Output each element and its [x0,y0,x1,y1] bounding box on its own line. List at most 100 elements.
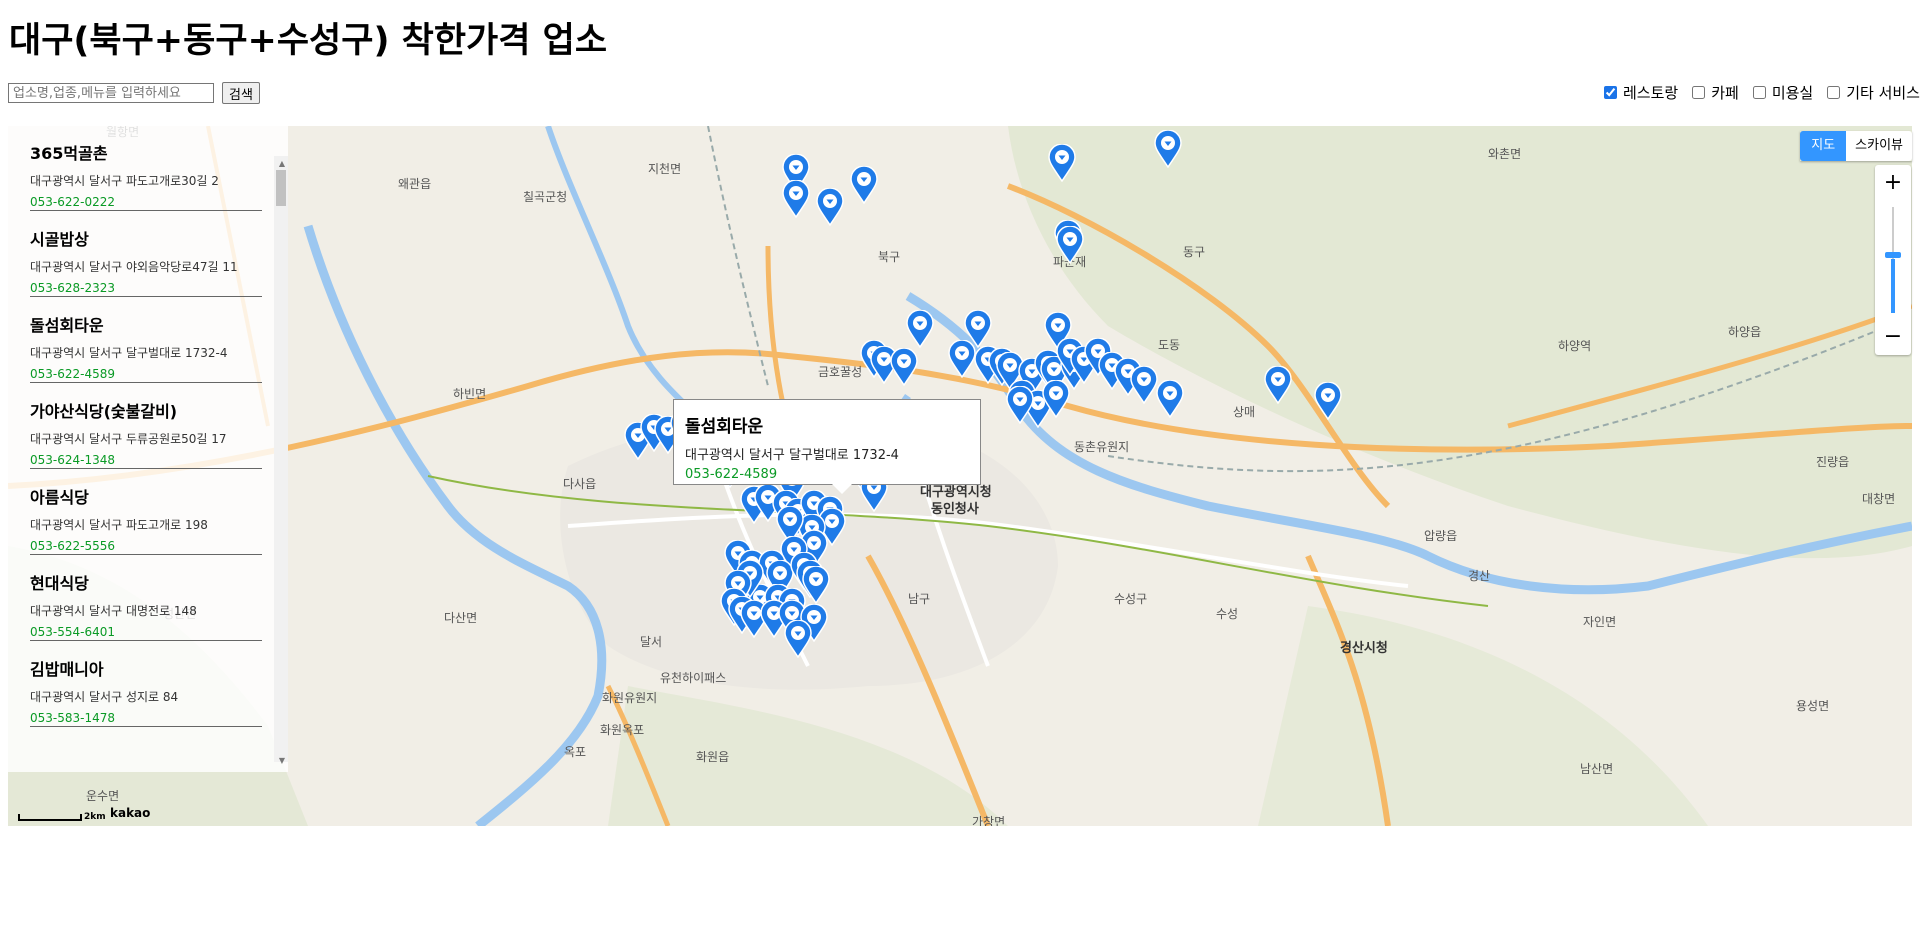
map-marker-icon[interactable] [948,339,976,379]
svg-text:하빈면: 하빈면 [453,387,486,401]
zoom-control: + − [1875,165,1911,355]
svg-text:와촌면: 와촌면 [1488,147,1521,161]
svg-text:도동: 도동 [1158,338,1180,352]
store-item[interactable]: 아름식당 대구광역시 달서구 파도고개로 198 053-622-5556 [30,484,262,555]
store-address: 대구광역시 달서구 파도고개로 198 [30,518,208,532]
filter-other-service-checkbox[interactable] [1827,86,1841,99]
map-marker-icon[interactable] [1154,129,1182,169]
map-marker-icon[interactable] [1056,225,1084,265]
svg-text:자인면: 자인면 [1583,615,1616,629]
map-marker-icon[interactable] [906,309,934,349]
filter-salon-checkbox[interactable] [1752,86,1766,99]
svg-text:대창면: 대창면 [1862,492,1895,506]
info-window-tail [832,484,852,494]
store-item[interactable]: 김밥매니아 대구광역시 달서구 성지로 84 053-583-1478 [30,656,262,727]
svg-text:동구: 동구 [1183,245,1205,259]
svg-text:동촌유원지: 동촌유원지 [1074,440,1129,454]
svg-text:경산시청: 경산시청 [1340,640,1388,656]
store-list-scroll-thumb[interactable] [276,170,286,206]
info-window-phone: 053-622-4589 [685,467,778,482]
category-filters: 레스토랑 카페 미용실 기타 서비스 [1596,82,1920,103]
svg-text:화원읍: 화원읍 [696,750,729,764]
svg-text:경산: 경산 [1468,569,1490,583]
map-marker-icon[interactable] [850,165,878,205]
svg-text:다산면: 다산면 [444,611,477,625]
search-button[interactable]: 검색 [222,82,260,104]
svg-text:옥포: 옥포 [564,745,586,759]
filter-cafe-label: 카페 [1711,84,1739,102]
map-marker-icon[interactable] [1042,379,1070,419]
map-marker-icon[interactable] [1006,385,1034,425]
zoom-slider-fill [1891,259,1895,313]
svg-text:진량읍: 진량읍 [1816,455,1849,469]
filter-cafe-checkbox[interactable] [1692,86,1706,99]
store-name: 아름식당 [30,488,89,507]
filter-restaurant[interactable]: 레스토랑 [1604,82,1678,103]
svg-text:하양역: 하양역 [1558,339,1591,353]
map-marker-icon[interactable] [802,565,830,605]
map-type-map-button[interactable]: 지도 [1800,131,1847,161]
zoom-out-button[interactable]: − [1875,319,1911,355]
map-marker-icon[interactable] [890,347,918,387]
store-item[interactable]: 돌섬회타운 대구광역시 달서구 달구벌대로 1732-4 053-622-458… [30,312,262,383]
map-marker-icon[interactable] [1156,379,1184,419]
map-marker-icon[interactable] [782,179,810,219]
filter-restaurant-checkbox[interactable] [1604,86,1617,99]
store-item[interactable]: 현대식당 대구광역시 달서구 대명전로 148 053-554-6401 [30,570,262,641]
map-marker-icon[interactable] [784,619,812,659]
store-address: 대구광역시 달서구 성지로 84 [30,690,179,704]
kakao-logo: kakao [110,806,151,820]
svg-text:칠곡군청: 칠곡군청 [523,190,567,204]
info-window: 돌섬회타운 대구광역시 달서구 달구벌대로 1732-4 053-622-458… [673,399,981,485]
store-phone: 053-628-2323 [30,281,116,295]
svg-text:용성면: 용성면 [1796,699,1829,713]
filter-other-service[interactable]: 기타 서비스 [1827,82,1920,103]
scale-bar-label: 2km [84,812,106,822]
store-address: 대구광역시 달서구 야외음악당로47길 11 [30,260,238,274]
map-marker-icon[interactable] [1264,365,1292,405]
svg-text:상매: 상매 [1233,405,1255,419]
store-item[interactable]: 가야산식당(숯불갈비) 대구광역시 달서구 두류공원로50길 17 053-62… [30,398,262,469]
map-marker-icon[interactable] [816,187,844,227]
store-item[interactable]: 365먹골촌 대구광역시 달서구 파도고개로30길 2 053-622-0222 [30,140,262,211]
store-phone: 053-622-0222 [30,195,116,209]
svg-text:하양읍: 하양읍 [1728,325,1761,339]
filter-cafe[interactable]: 카페 [1692,82,1739,103]
filter-salon[interactable]: 미용실 [1752,82,1814,103]
svg-text:수성구: 수성구 [1114,592,1147,606]
store-list-panel[interactable]: 365먹골촌 대구광역시 달서구 파도고개로30길 2 053-622-0222… [8,126,288,772]
store-name: 현대식당 [30,574,89,593]
store-address: 대구광역시 달서구 두류공원로50길 17 [30,432,227,446]
map-type-control: 지도 스카이뷰 [1800,131,1912,161]
svg-text:운수면: 운수면 [86,789,119,803]
store-address: 대구광역시 달서구 대명전로 148 [30,604,197,618]
zoom-slider-handle[interactable] [1885,252,1901,258]
svg-text:화원유원지: 화원유원지 [602,691,657,705]
svg-text:남구: 남구 [908,592,930,606]
info-window-address: 대구광역시 달서구 달구벌대로 1732-4 [685,448,899,463]
svg-text:금호꿀성: 금호꿀성 [818,365,862,379]
filter-restaurant-label: 레스토랑 [1623,84,1679,102]
store-item[interactable]: 시골밥상 대구광역시 달서구 야외음악당로47길 11 053-628-2323 [30,226,262,297]
store-phone: 053-622-4589 [30,367,116,381]
scroll-down-icon[interactable]: ▼ [279,756,285,765]
filter-salon-label: 미용실 [1771,84,1814,102]
map-marker-icon[interactable] [1314,381,1342,421]
svg-text:다사읍: 다사읍 [563,477,596,491]
zoom-in-button[interactable]: + [1875,165,1911,201]
filter-other-service-label: 기타 서비스 [1846,84,1920,102]
map-marker-icon[interactable] [1130,365,1158,405]
svg-text:수성: 수성 [1216,607,1238,621]
store-name: 가야산식당(숯불갈비) [30,402,178,421]
scroll-up-icon[interactable]: ▲ [279,159,285,168]
store-name: 시골밥상 [30,230,89,249]
svg-text:남산면: 남산면 [1580,762,1613,776]
info-window-name: 돌섬회타운 [685,417,764,437]
svg-text:화원옥포: 화원옥포 [600,723,644,737]
svg-text:동인청사: 동인청사 [931,501,979,517]
store-phone: 053-583-1478 [30,711,116,725]
store-list-scrollbar[interactable] [274,156,288,762]
map-type-skyview-button[interactable]: 스카이뷰 [1846,131,1912,161]
search-input[interactable] [8,83,214,103]
map-marker-icon[interactable] [1048,143,1076,183]
